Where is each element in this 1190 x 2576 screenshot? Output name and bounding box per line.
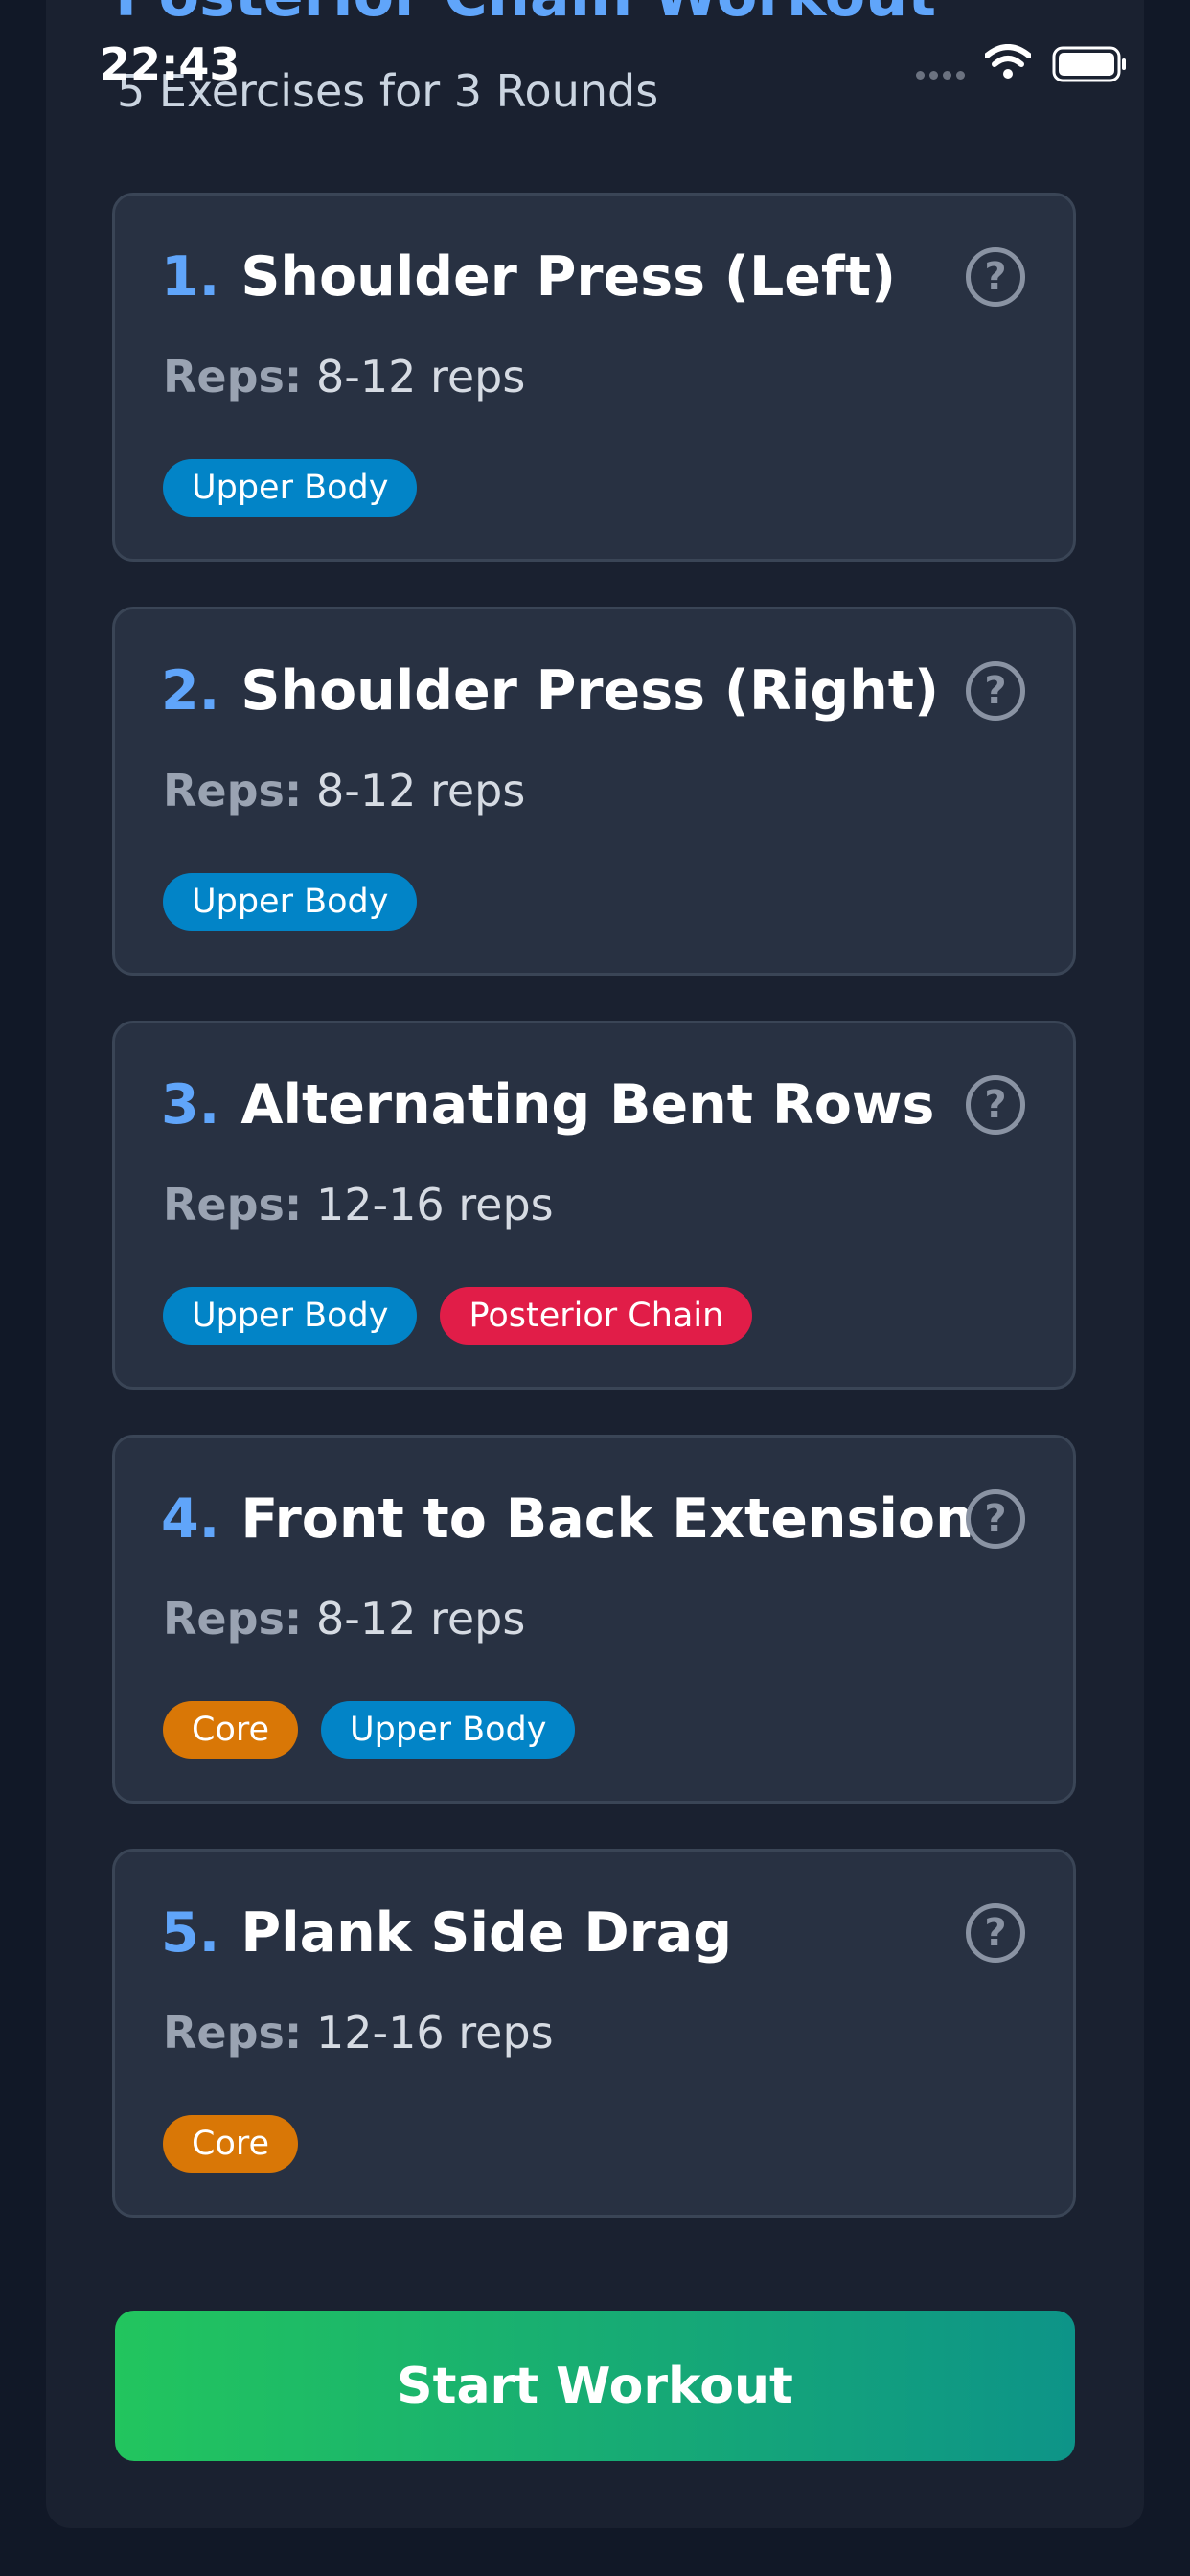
exercise-tags: Upper Body: [163, 459, 418, 517]
reps-label: Reps:: [163, 2007, 303, 2058]
question-circle-icon[interactable]: ?: [966, 1903, 1025, 1963]
exercise-heading: 2. Shoulder Press (Right): [161, 659, 939, 723]
exercise-tags: Core: [163, 2115, 299, 2173]
reps-label: Reps:: [163, 765, 303, 816]
exercise-tags: Upper Body Posterior Chain: [163, 1287, 753, 1345]
question-circle-icon[interactable]: ?: [966, 1489, 1025, 1549]
reps-label: Reps:: [163, 1593, 303, 1644]
tag-badge: Core: [163, 1701, 299, 1759]
exercise-number: 1.: [161, 245, 220, 309]
exercise-name: Shoulder Press (Right): [240, 659, 940, 723]
page-title: Posterior Chain Workout: [115, 0, 936, 30]
battery-icon: [1052, 46, 1126, 82]
tag-badge: Posterior Chain: [440, 1287, 753, 1345]
exercise-name: Shoulder Press (Left): [240, 245, 897, 309]
tag-badge: Core: [163, 2115, 299, 2173]
reps-label: Reps:: [163, 1179, 303, 1230]
tag-badge: Upper Body: [163, 1287, 418, 1345]
exercise-reps: Reps: 8-12 reps: [163, 765, 525, 816]
exercise-heading: 4. Front to Back Extension: [161, 1487, 974, 1551]
question-circle-icon[interactable]: ?: [966, 247, 1025, 307]
status-time: 22:43: [100, 38, 240, 90]
exercise-heading: 5. Plank Side Drag: [161, 1901, 732, 1965]
exercise-number: 2.: [161, 659, 220, 723]
exercise-card[interactable]: 2. Shoulder Press (Right)? Reps: 8-12 reps…: [112, 607, 1076, 976]
exercise-reps: Reps: 12-16 reps: [163, 1179, 554, 1230]
exercise-name: Front to Back Extension: [240, 1487, 974, 1551]
exercise-card[interactable]: 4. Front to Back Extension? Reps: 8-12 rep…: [112, 1435, 1076, 1804]
reps-value: 8-12 reps: [315, 765, 526, 816]
exercise-card[interactable]: 3. Alternating Bent Rows? Reps: 12-16 reps…: [112, 1021, 1076, 1390]
exercise-number: 4.: [161, 1487, 220, 1551]
reps-label: Reps:: [163, 351, 303, 402]
exercise-name: Plank Side Drag: [240, 1901, 733, 1965]
exercise-tags: Core Upper Body: [163, 1701, 576, 1759]
reps-value: 8-12 reps: [315, 351, 526, 402]
exercise-heading: 1. Shoulder Press (Left): [161, 245, 896, 309]
exercise-heading: 3. Alternating Bent Rows: [161, 1073, 934, 1137]
question-circle-icon[interactable]: ?: [966, 1075, 1025, 1135]
reps-value: 12-16 reps: [315, 2007, 554, 2058]
tag-badge: Upper Body: [163, 873, 418, 931]
exercise-number: 3.: [161, 1073, 220, 1137]
start-workout-button[interactable]: Start Workout: [115, 2311, 1075, 2461]
reps-value: 12-16 reps: [315, 1179, 554, 1230]
exercise-reps: Reps: 8-12 reps: [163, 351, 525, 402]
reps-value: 8-12 reps: [315, 1593, 526, 1644]
question-circle-icon[interactable]: ?: [966, 661, 1025, 721]
exercise-reps: Reps: 12-16 reps: [163, 2007, 554, 2058]
tag-badge: Upper Body: [163, 459, 418, 517]
exercise-number: 5.: [161, 1901, 220, 1965]
start-workout-label: Start Workout: [397, 2357, 793, 2415]
exercise-name: Alternating Bent Rows: [240, 1073, 935, 1137]
wifi-icon: [985, 44, 1031, 79]
exercise-reps: Reps: 8-12 reps: [163, 1593, 525, 1644]
exercise-card[interactable]: 5. Plank Side Drag? Reps: 12-16 reps Core: [112, 1849, 1076, 2218]
tag-badge: Upper Body: [321, 1701, 576, 1759]
exercise-card[interactable]: 1. Shoulder Press (Left)? Reps: 8-12 reps U…: [112, 193, 1076, 562]
exercise-tags: Upper Body: [163, 873, 418, 931]
cellular-signal-icon: [916, 71, 965, 80]
